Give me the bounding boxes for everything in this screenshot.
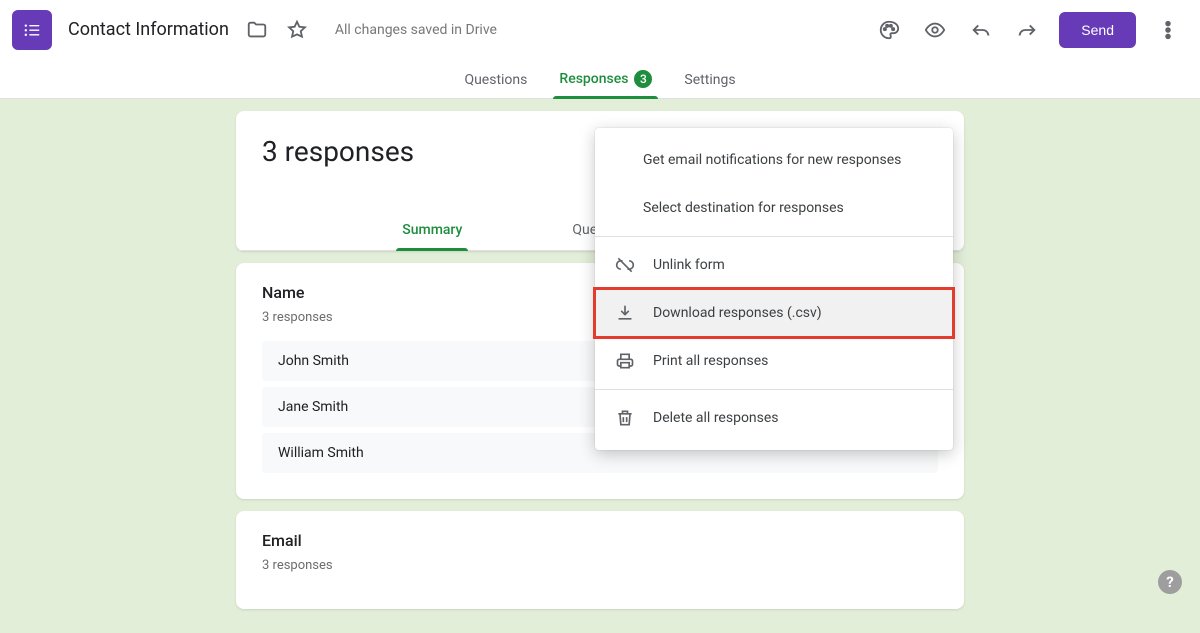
tab-responses-label: Responses <box>559 71 628 87</box>
customize-theme-icon[interactable] <box>869 10 909 50</box>
section-meta: 3 responses <box>262 558 938 573</box>
menu-separator <box>595 236 953 237</box>
menu-unlink-form[interactable]: Unlink form <box>595 241 953 289</box>
move-to-folder-icon[interactable] <box>237 10 277 50</box>
save-status: All changes saved in Drive <box>335 22 497 38</box>
menu-print-all[interactable]: Print all responses <box>595 337 953 385</box>
tab-questions[interactable]: Questions <box>448 72 543 98</box>
tab-settings[interactable]: Settings <box>668 72 751 98</box>
download-icon <box>615 303 635 323</box>
menu-label: Print all responses <box>653 353 768 369</box>
app-header: Contact Information All changes saved in… <box>0 0 1200 60</box>
trash-icon <box>615 408 635 428</box>
menu-email-notifications[interactable]: Get email notifications for new response… <box>595 136 953 184</box>
form-title[interactable]: Contact Information <box>68 19 229 40</box>
menu-label: Select destination for responses <box>643 200 844 216</box>
star-icon[interactable] <box>277 10 317 50</box>
menu-separator <box>595 389 953 390</box>
menu-label: Download responses (.csv) <box>653 305 822 321</box>
responses-count-badge: 3 <box>634 70 652 88</box>
app-logo[interactable] <box>12 10 52 50</box>
menu-delete-all[interactable]: Delete all responses <box>595 394 953 442</box>
undo-icon[interactable] <box>961 10 1001 50</box>
question-section-email: Email 3 responses <box>236 511 964 609</box>
help-icon[interactable]: ? <box>1158 570 1182 594</box>
main-tabs: Questions Responses 3 Settings <box>0 60 1200 99</box>
menu-select-destination[interactable]: Select destination for responses <box>595 184 953 232</box>
responses-options-menu: Get email notifications for new response… <box>595 128 953 450</box>
unlink-icon <box>615 255 635 275</box>
preview-icon[interactable] <box>915 10 955 50</box>
redo-icon[interactable] <box>1007 10 1047 50</box>
menu-label: Unlink form <box>653 257 725 273</box>
section-title: Email <box>262 531 938 550</box>
more-icon[interactable] <box>1148 10 1188 50</box>
print-icon <box>615 351 635 371</box>
send-button[interactable]: Send <box>1059 12 1136 48</box>
menu-label: Delete all responses <box>653 410 779 426</box>
subtab-summary[interactable]: Summary <box>402 222 462 250</box>
menu-label: Get email notifications for new response… <box>643 152 901 168</box>
menu-download-csv[interactable]: Download responses (.csv) <box>595 289 953 337</box>
tab-responses[interactable]: Responses 3 <box>543 70 668 98</box>
